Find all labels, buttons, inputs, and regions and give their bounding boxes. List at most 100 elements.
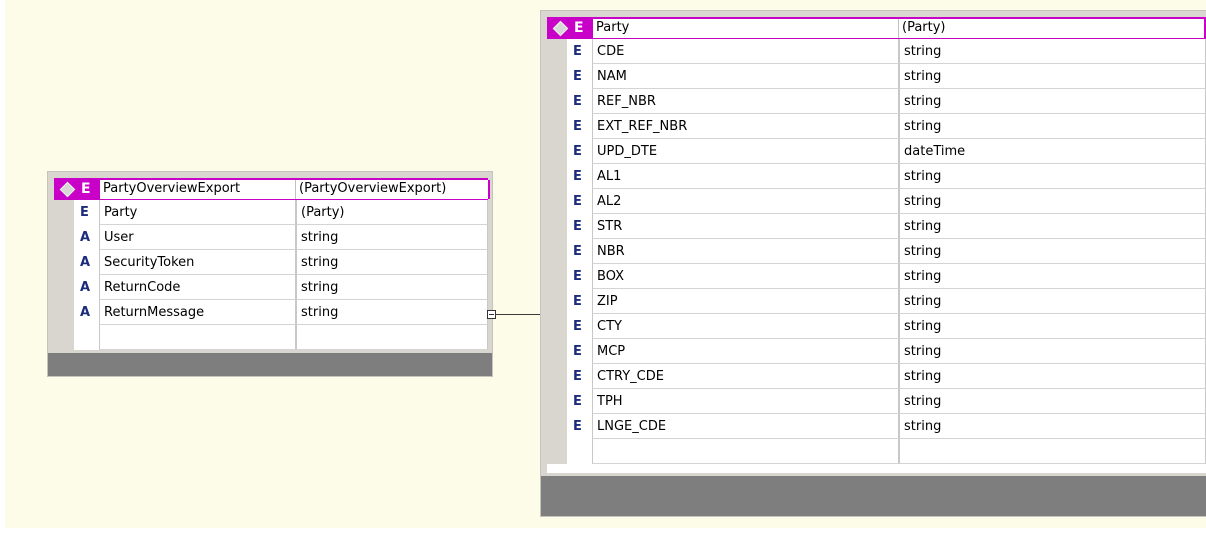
table-header[interactable]: E Party (Party) [547,17,1206,39]
node-type-cell[interactable]: string [899,64,1206,89]
table-row[interactable]: A SecurityToken string [54,250,488,275]
node-type-cell[interactable]: (Party) [296,200,488,225]
diamond-icon [59,181,76,197]
connector-line [496,314,540,315]
node-type-cell[interactable]: string [296,250,488,275]
row-gutter [547,364,567,389]
node-type-cell[interactable]: string [296,300,488,325]
node-name-cell[interactable]: Party [99,200,296,225]
table-row[interactable]: E AL2 string [547,189,1206,214]
node-type-cell[interactable]: string [296,275,488,300]
node-name-cell[interactable]: UPD_DTE [592,139,899,164]
node-name-cell[interactable]: CTRY_CDE [592,364,899,389]
table-row[interactable]: E LNGE_CDE string [547,414,1206,439]
node-type-cell[interactable]: string [899,314,1206,339]
node-name-cell[interactable]: ReturnCode [99,275,296,300]
table-row[interactable]: E AL1 string [547,164,1206,189]
node-name-cell[interactable]: MCP [592,339,899,364]
node-type-cell[interactable]: string [899,339,1206,364]
header-type[interactable]: (Party) [899,19,1206,38]
node-kind-icon: E [573,219,582,234]
node-name-cell[interactable]: CTY [592,314,899,339]
node-kind-icon: E [573,119,582,134]
node-type-cell[interactable] [899,439,1206,464]
node-kind-icon: E [573,369,582,384]
collapse-icon[interactable] [487,310,496,319]
table-row[interactable]: E UPD_DTE dateTime [547,139,1206,164]
node-type-cell[interactable]: string [899,389,1206,414]
node-name-cell[interactable]: TPH [592,389,899,414]
table-row[interactable]: E TPH string [547,389,1206,414]
row-gutter [547,389,567,414]
table-row[interactable]: E CTRY_CDE string [547,364,1206,389]
table-row[interactable]: E REF_NBR string [547,89,1206,114]
empty-row[interactable] [547,439,1206,464]
node-name-cell[interactable]: NAM [592,64,899,89]
row-gutter [547,39,567,64]
header-name[interactable]: Party [593,19,899,38]
node-type-cell[interactable]: string [899,189,1206,214]
row-gutter [547,189,567,214]
header-type[interactable]: (PartyOverviewExport) [296,180,490,199]
node-type-cell[interactable]: string [899,114,1206,139]
node-kind-icon: E [573,319,582,334]
node-type-cell[interactable]: string [899,39,1206,64]
node-type-cell[interactable]: dateTime [899,139,1206,164]
node-type-cell[interactable]: string [899,239,1206,264]
element-kind-icon: E [574,20,584,36]
node-type-cell[interactable]: string [899,89,1206,114]
row-gutter [547,289,567,314]
node-name-cell[interactable]: SecurityToken [99,250,296,275]
node-kind-icon: E [573,294,582,309]
table-row[interactable]: A ReturnMessage string [54,300,488,325]
table-row[interactable]: E ZIP string [547,289,1206,314]
table-party-overview-export[interactable]: E PartyOverviewExport (PartyOverviewExpo… [47,171,493,377]
node-type-cell[interactable]: string [899,264,1206,289]
node-kind-icon: E [573,269,582,284]
node-name-cell[interactable]: ReturnMessage [99,300,296,325]
table-row[interactable]: E BOX string [547,264,1206,289]
row-gutter [547,64,567,89]
node-name-cell[interactable] [99,325,296,350]
row-gutter [54,325,74,350]
table-row[interactable]: E CDE string [547,39,1206,64]
table-row[interactable]: A ReturnCode string [54,275,488,300]
row-gutter [547,214,567,239]
node-name-cell[interactable]: NBR [592,239,899,264]
node-name-cell[interactable] [592,439,899,464]
table-header[interactable]: E PartyOverviewExport (PartyOverviewExpo… [54,178,490,200]
node-type-cell[interactable] [296,325,488,350]
node-name-cell[interactable]: CDE [592,39,899,64]
node-name-cell[interactable]: BOX [592,264,899,289]
row-gutter [54,200,74,225]
table-row[interactable]: E STR string [547,214,1206,239]
table-row[interactable]: E EXT_REF_NBR string [547,114,1206,139]
table-footer [541,476,1206,516]
table-party[interactable]: E Party (Party) E CDE string E NAM string E REF… [540,10,1206,517]
row-gutter [547,264,567,289]
node-type-cell[interactable]: string [296,225,488,250]
node-name-cell[interactable]: AL1 [592,164,899,189]
node-name-cell[interactable]: AL2 [592,189,899,214]
empty-row[interactable] [54,325,488,350]
table-footer [48,353,492,376]
node-name-cell[interactable]: LNGE_CDE [592,414,899,439]
node-kind-icon: A [80,255,91,270]
table-row[interactable]: E NBR string [547,239,1206,264]
node-name-cell[interactable]: REF_NBR [592,89,899,114]
node-type-cell[interactable]: string [899,289,1206,314]
node-type-cell[interactable]: string [899,414,1206,439]
table-row[interactable]: E Party (Party) [54,200,488,225]
node-name-cell[interactable]: EXT_REF_NBR [592,114,899,139]
table-row[interactable]: A User string [54,225,488,250]
table-row[interactable]: E NAM string [547,64,1206,89]
table-row[interactable]: E MCP string [547,339,1206,364]
node-type-cell[interactable]: string [899,364,1206,389]
node-type-cell[interactable]: string [899,164,1206,189]
node-name-cell[interactable]: STR [592,214,899,239]
table-row[interactable]: E CTY string [547,314,1206,339]
node-name-cell[interactable]: User [99,225,296,250]
header-name[interactable]: PartyOverviewExport [100,180,296,199]
node-type-cell[interactable]: string [899,214,1206,239]
node-name-cell[interactable]: ZIP [592,289,899,314]
